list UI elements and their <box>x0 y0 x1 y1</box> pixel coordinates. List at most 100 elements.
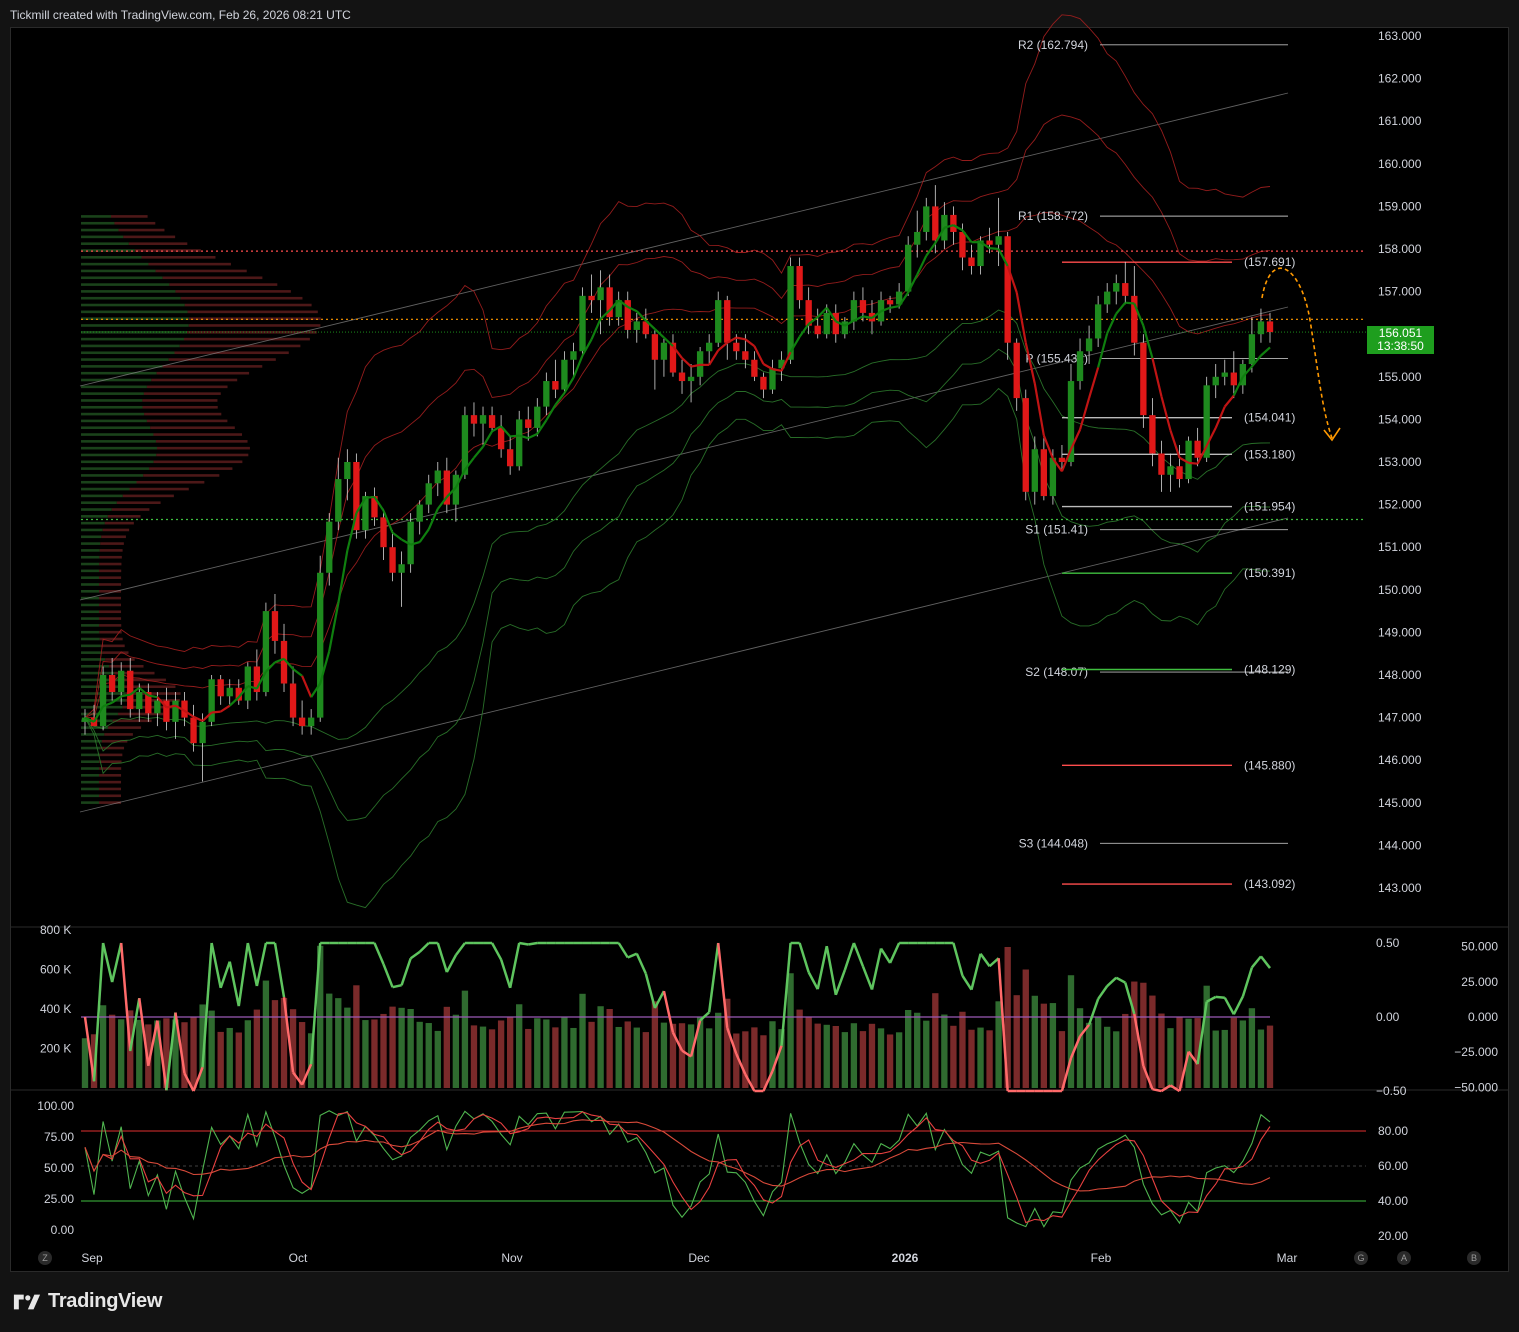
osc-segment <box>627 952 638 959</box>
profile-bar-up <box>81 419 147 423</box>
ma-segment <box>1260 346 1271 357</box>
fib-label: (148.129) <box>1244 663 1295 677</box>
volume-bar <box>760 1035 767 1088</box>
profile-bar-down <box>142 399 218 402</box>
profile-bar-up <box>81 303 185 307</box>
profile-bar-up <box>81 405 143 409</box>
profile-bar-up <box>81 358 169 361</box>
candle-body <box>923 206 930 232</box>
volume-bar <box>588 1021 595 1088</box>
auto-scale-button[interactable]: A <box>1397 1251 1411 1265</box>
osc-segment <box>798 942 810 973</box>
osc-segment <box>436 942 449 973</box>
volume-bar <box>660 1022 668 1088</box>
candle-body <box>950 214 957 232</box>
profile-bar-down <box>136 480 205 484</box>
candle-body <box>298 717 306 727</box>
ma-segment <box>889 305 900 309</box>
candle-body <box>905 244 912 292</box>
profile-bar-down <box>99 549 123 552</box>
volume-bar <box>932 993 939 1088</box>
profile-bar-up <box>81 235 124 239</box>
volume-bar <box>959 1011 966 1088</box>
profile-bar-up <box>81 392 144 395</box>
volume-bar <box>1266 1025 1274 1088</box>
volume-bar <box>941 1014 948 1088</box>
profile-bar-down <box>99 603 122 607</box>
candle-body <box>570 351 577 360</box>
ma-segment <box>473 445 484 459</box>
volume-bar <box>579 993 586 1088</box>
candle-body <box>1140 342 1147 416</box>
volume-bar <box>118 1019 125 1088</box>
candle-body <box>154 700 161 714</box>
osc-segment <box>644 973 657 1009</box>
price-tick: 160.000 <box>1378 157 1422 171</box>
volume-bar <box>1122 1013 1129 1088</box>
volume-bar <box>615 1026 622 1088</box>
chart-canvas[interactable]: R2 (162.794)R1 (158.772)P (155.432)S1 (1… <box>0 0 1519 1290</box>
osc-segment <box>1106 976 1118 987</box>
profile-bar-up <box>81 480 137 484</box>
ma-segment <box>337 550 349 604</box>
volume-bar <box>850 1023 858 1088</box>
candle-body <box>633 321 640 330</box>
candle-body <box>172 700 179 722</box>
candle-body <box>651 334 659 360</box>
zoom-button[interactable]: Z <box>38 1251 52 1265</box>
candle-body <box>307 717 315 727</box>
tradingview-wordmark: TradingView <box>48 1290 163 1312</box>
volume-bar <box>362 1020 369 1088</box>
ma-segment <box>346 512 358 551</box>
profile-bar-up <box>81 221 115 225</box>
price-axis[interactable]: 163.000 162.000 161.000 160.000 159.000 158.0… <box>10 29 1509 1091</box>
candle-body <box>1221 372 1228 377</box>
ma-segment <box>365 495 375 499</box>
profile-bar-up <box>81 310 188 314</box>
bollinger-bands <box>84 14 1271 909</box>
candle-body <box>488 415 496 428</box>
ma-segment <box>510 434 520 438</box>
ma-segment <box>736 336 746 341</box>
candle-body <box>271 611 279 641</box>
osc-segment <box>617 942 629 959</box>
profile-bar-up <box>81 583 100 586</box>
profile-bar-up <box>81 494 123 498</box>
time-axis[interactable]: Sep Oct Nov Dec 2026 Feb Mar <box>81 1251 1297 1265</box>
price-tick: 153.000 <box>1378 455 1422 469</box>
volume-bar <box>561 1016 568 1088</box>
profile-bar-up <box>81 733 105 736</box>
candle-body <box>217 679 224 697</box>
scale-b-button[interactable]: B <box>1467 1251 1481 1265</box>
ma-segment <box>301 675 313 698</box>
price-tick: 149.000 <box>1378 625 1422 639</box>
goto-button[interactable]: G <box>1354 1251 1368 1265</box>
ma-segment <box>1160 396 1172 431</box>
profile-bar-up <box>81 262 149 266</box>
profile-bar-down <box>99 760 122 764</box>
ma-segment <box>1033 383 1045 436</box>
candle-body <box>597 287 604 301</box>
profile-bar-down <box>99 617 122 620</box>
volume-bar <box>99 1005 107 1088</box>
profile-bar-up <box>81 549 100 552</box>
volume-bar <box>651 1001 659 1088</box>
volume-bar <box>1085 1022 1093 1088</box>
candle-body <box>751 359 758 377</box>
channel-line <box>79 306 1289 601</box>
profile-bar-up <box>81 433 154 436</box>
candle-body <box>389 547 396 573</box>
osc-segment <box>454 942 466 956</box>
time-tick: Oct <box>289 1251 308 1265</box>
osc-segment <box>861 965 874 991</box>
time-tick: Sep <box>81 1251 103 1265</box>
osc-segment <box>825 945 838 996</box>
price-tick: 158.000 <box>1378 242 1422 256</box>
volume-bar <box>805 1017 812 1088</box>
candle-body <box>705 342 713 352</box>
candle-body <box>932 206 939 241</box>
profile-bar-down <box>99 753 123 757</box>
candle-body <box>733 342 740 352</box>
profile-bar-up <box>81 542 101 545</box>
profile-bar-up <box>81 385 147 389</box>
